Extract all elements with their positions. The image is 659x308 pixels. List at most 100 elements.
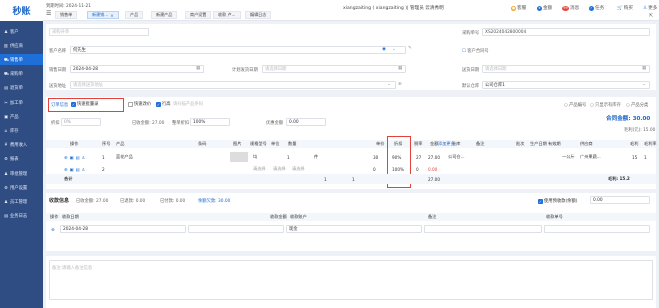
sidebar-item[interactable]: ▤ 业务日志 [0,211,43,222]
doc-no-field[interactable]: XS2024042800004 [482,28,650,36]
tab[interactable]: 销售单 [55,11,78,19]
row-tax[interactable]: 0 [416,165,419,173]
sidebar-item[interactable]: ▤ 退货单 [0,83,43,94]
copy-icon[interactable]: ▣ [70,167,74,172]
row-amount[interactable]: 27.00 [428,153,440,161]
tab[interactable]: 商户设置 [185,11,212,19]
customer-field[interactable]: 何先生 [70,46,406,54]
row-height-option[interactable]: ✓ 行高 [156,101,171,107]
use-prepaid-checkbox[interactable]: ✓ [538,198,543,204]
row-spec[interactable]: 均 [253,153,257,161]
batch-more-link[interactable]: 添加更多 [438,140,455,148]
calendar-icon[interactable]: ▦ [642,66,646,71]
quick-fill-checkbox[interactable] [128,101,133,107]
row-height-checkbox[interactable]: ✓ [156,101,161,107]
title-input[interactable]: 采购开单 [49,28,149,36]
calendar-icon[interactable]: ▦ [398,66,402,71]
remove-receipt-icon[interactable]: ⊗ [51,225,55,233]
close-icon[interactable]: × [110,13,113,18]
save-icon[interactable]: ▤ [75,155,79,160]
customer-select-icon[interactable]: ◉ [382,47,386,52]
user-info[interactable]: xiangzaiting ( xiangzaiting )| 管理员 云清秀明 [343,5,444,11]
add-row-icon[interactable]: ⊕ [64,167,68,172]
row-tax[interactable]: 27 [416,153,421,161]
row-unit[interactable]: 件 [314,153,318,161]
sidebar-item[interactable]: ▣ 产品 [0,111,43,122]
discount-field[interactable]: 0% [61,118,101,126]
row-warehouse[interactable]: 公司仓... [448,153,465,161]
sidebar-item[interactable]: ♟ 员工管理 [0,196,43,207]
delivery-field[interactable]: 请选择日期 [262,65,406,73]
add-row-icon[interactable]: ⊕ [64,155,68,160]
purchase-button[interactable]: 🛒 购买 [617,5,633,12]
fee-field[interactable]: 0.00 [286,118,326,126]
opt-category[interactable]: ○ 产品分类 [626,102,648,108]
menu-icon[interactable]: ☰ [46,11,52,17]
row-price[interactable]: 0 [373,165,376,173]
arrive-field[interactable]: 请选择日期 [482,65,650,73]
barcode-search[interactable]: 请扫描产品条码 [171,100,251,108]
delete-icon[interactable]: ♙ [81,167,85,172]
sidebar-item[interactable]: ⌂ 库存 [0,125,43,136]
receipt-account-field[interactable]: 现金 [286,225,422,233]
contract-checkbox[interactable]: ☐ [462,49,466,54]
app-logo[interactable]: 秒账 [0,0,43,21]
sidebar-item[interactable]: ▥ 供应商 [0,40,43,51]
row-pack[interactable]: 一公斤 [562,153,575,161]
edit-icon[interactable]: ✎ [408,46,412,51]
chevron-down-icon[interactable]: ⌄ [642,82,646,87]
sidebar-item[interactable]: ✂ 加工单 [0,97,43,108]
copy-icon[interactable]: ▣ [70,155,74,160]
receipt-no-field[interactable] [544,225,650,233]
row-qty[interactable]: 请选择 [292,165,305,173]
opt-in-stock[interactable]: ○ 只显示有库存 [590,102,621,108]
delivery-addr-field[interactable]: 请选择送货地址 [70,81,396,89]
quick-add-checkbox[interactable]: ✓ [71,101,76,107]
sidebar-item[interactable]: ♟ 审批管理 [0,168,43,179]
tab[interactable]: 新建产品 [151,11,178,19]
message-button[interactable]: 99 消息 [562,5,579,11]
row-product[interactable]: 蓝花产品 [116,153,133,161]
sidebar-item[interactable]: ⚙ 报表 [0,154,43,165]
tab[interactable]: 编辑日志 [245,11,272,19]
row-qty[interactable]: 1 [287,153,290,161]
quick-fill-option[interactable]: 快速改价 [128,101,151,107]
row-spec[interactable]: 请选择 [253,165,266,173]
sidebar-item[interactable]: ♟ 客户 [0,26,43,37]
row-actions[interactable]: ⊕ ▣ ▤ ♙ [64,153,85,161]
prepaid-field[interactable]: 0.00 [590,196,650,204]
warehouse-field[interactable]: 公司仓库1 [482,81,650,89]
opt-product-no[interactable]: ○ 产品编号 [564,102,586,108]
tab[interactable]: 收款 卢... [213,11,241,19]
receipt-date-field[interactable]: 2024-04-28 [60,225,186,233]
tab[interactable]: 产品 [125,11,144,19]
remarks-input[interactable]: 备注: 请输入备注信息 [49,260,653,300]
row-unit[interactable]: 请选择 [273,165,286,173]
quick-add-option[interactable]: ✓ 快速批量录 [71,101,98,107]
add-icon[interactable]: ⊕ [398,82,402,87]
row-discount[interactable]: 100% [392,165,404,173]
receipt-remark-field[interactable] [424,225,542,233]
date-field[interactable]: 2024-04-28 [70,65,204,73]
more-button[interactable]: ♙ 更多 [643,5,657,12]
use-prepaid-option[interactable]: ✓ 使用预收款(余额) [538,198,577,204]
task-button[interactable]: ✓ 任务 [589,5,604,11]
sidebar-item[interactable]: ⛟ 销售单 [0,54,43,66]
chevron-down-icon[interactable]: ⌄ [387,82,391,87]
order-info-link[interactable]: 订单信息 [51,102,68,108]
row-supplier[interactable]: 广州果蔬... [580,153,601,161]
amount-button[interactable]: ¥ 金额 [537,5,552,11]
sidebar-item[interactable]: ⚙ 用户设置 [0,182,43,193]
receipt-amount-field[interactable] [188,225,284,233]
row-discount[interactable]: 90% [392,153,401,161]
row-price[interactable]: 30 [373,153,378,161]
tab[interactable]: 新建销... × [87,11,119,19]
row-amount[interactable]: 0.00 [428,165,437,173]
calendar-icon[interactable]: ▦ [196,66,200,71]
whole-discount-field[interactable]: 100% [190,118,230,126]
sidebar-item[interactable]: ¥ 费用收入 [0,140,43,151]
chevron-down-icon[interactable]: ⌄ [392,47,396,52]
product-image[interactable] [230,152,248,162]
save-icon[interactable]: ▤ [75,167,79,172]
sidebar-item[interactable]: ⛟ 采购单 [0,69,43,80]
